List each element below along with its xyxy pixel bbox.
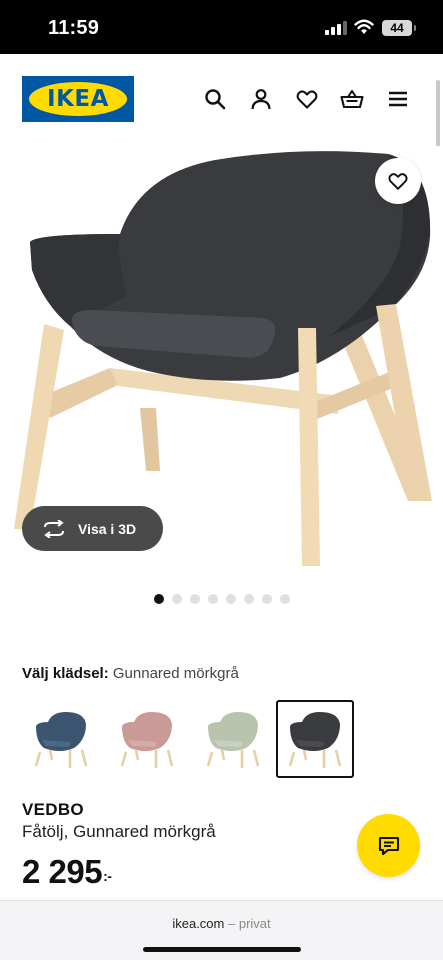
home-indicator[interactable] — [143, 947, 301, 952]
carousel-dot[interactable] — [208, 594, 218, 604]
fabric-selector-label: Välj klädsel: Gunnared mörkgrå — [22, 665, 239, 682]
chat-button[interactable] — [357, 814, 420, 877]
url-separator: – — [228, 916, 236, 931]
menu-icon[interactable] — [386, 87, 410, 111]
logo-text: IKEA — [47, 86, 109, 112]
rotate-3d-icon — [44, 519, 64, 538]
carousel-dot[interactable] — [172, 594, 182, 604]
fabric-value: Gunnared mörkgrå — [112, 665, 239, 682]
ikea-logo[interactable]: IKEA — [22, 76, 134, 122]
fabric-swatches — [22, 700, 362, 780]
chair-thumbnail — [34, 712, 88, 768]
price-suffix: :- — [103, 868, 112, 884]
carousel-dot[interactable] — [190, 594, 200, 604]
site-header: IKEA — [0, 54, 443, 168]
carousel-dot[interactable] — [226, 594, 236, 604]
profile-icon[interactable] — [249, 87, 273, 111]
search-icon[interactable] — [203, 87, 227, 111]
product-price: 2 295:- — [22, 853, 112, 891]
swatch-pink[interactable] — [108, 700, 186, 778]
carousel-dot[interactable] — [154, 594, 164, 604]
swatch-dark-grey[interactable] — [276, 700, 354, 778]
battery-indicator: 44 — [382, 20, 416, 36]
product-name: VEDBO — [22, 800, 84, 819]
chair-thumbnail — [288, 712, 342, 768]
chair-thumbnail — [206, 712, 260, 768]
favorite-button[interactable] — [375, 158, 421, 204]
carousel-dot[interactable] — [280, 594, 290, 604]
private-mode-label: privat — [238, 916, 271, 931]
signal-icon — [325, 21, 347, 35]
chat-icon — [378, 836, 399, 855]
url-display[interactable]: ikea.com – privat — [0, 916, 443, 931]
carousel-dot[interactable] — [262, 594, 272, 604]
carousel-dots — [0, 594, 443, 604]
view-3d-button[interactable]: Visa i 3D — [22, 506, 163, 551]
url-domain: ikea.com — [172, 916, 225, 931]
chair-thumbnail — [120, 712, 174, 768]
swatch-blue[interactable] — [22, 700, 100, 778]
heart-icon — [388, 173, 408, 190]
swatch-green[interactable] — [194, 700, 272, 778]
logo-oval: IKEA — [29, 82, 127, 116]
product-description: Fåtölj, Gunnared mörkgrå — [22, 822, 216, 841]
carousel-dot[interactable] — [244, 594, 254, 604]
view-3d-label: Visa i 3D — [78, 520, 137, 537]
status-bar: 11:59 44 — [0, 0, 443, 54]
basket-icon[interactable] — [340, 87, 364, 111]
browser-address-bar[interactable]: ikea.com – privat — [0, 900, 443, 960]
product-gallery[interactable]: Visa i 3D — [0, 146, 443, 586]
price-value: 2 295 — [22, 853, 103, 890]
fabric-label: Välj klädsel: — [22, 665, 109, 682]
wifi-icon — [354, 19, 374, 34]
status-time: 11:59 — [48, 17, 100, 39]
heart-icon[interactable] — [295, 87, 319, 111]
